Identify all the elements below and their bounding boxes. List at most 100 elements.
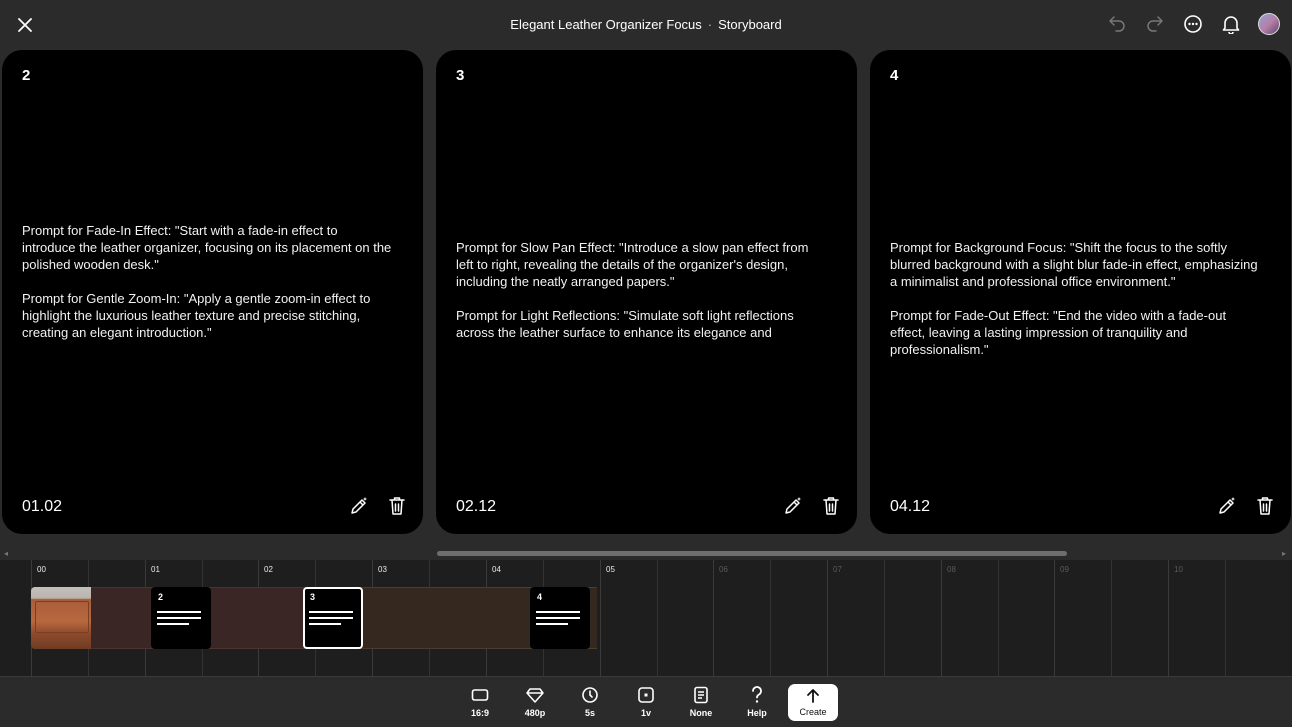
top-bar: Elegant Leather Organizer Focus · Storyboa… — [0, 0, 1292, 50]
card-actions — [1217, 496, 1275, 516]
edit-button[interactable] — [783, 496, 803, 516]
style-button[interactable]: None — [678, 685, 724, 721]
page-title: Elegant Leather Organizer Focus · Storyboa… — [0, 17, 1292, 32]
variations-icon — [638, 687, 654, 703]
avatar[interactable] — [1258, 13, 1280, 35]
timeline[interactable]: 2 3 4 00 01 02 03 04 05 06 07 08 09 10 — [0, 560, 1292, 676]
storyboard-card[interactable]: 4 Prompt for Background Focus: "Shift th… — [870, 50, 1291, 534]
timeline-subtick-line — [884, 560, 885, 676]
timeline-tick-line — [713, 560, 714, 676]
bell-icon — [1222, 16, 1240, 34]
top-right-actions — [1106, 13, 1280, 35]
arrow-up-icon — [807, 689, 819, 703]
scroll-right-arrow[interactable]: ▸ — [1282, 549, 1286, 558]
timeline-tick-label: 02 — [264, 565, 273, 574]
clip-number: 2 — [158, 592, 164, 602]
timeline-clip[interactable]: 4 — [530, 587, 590, 649]
storyboard-card[interactable]: 3 Prompt for Slow Pan Effect: "Introduce… — [436, 50, 857, 534]
timeline-tick-label: 08 — [947, 565, 956, 574]
card-prompt-text: Prompt for Background Focus: "Shift the … — [890, 239, 1261, 358]
diamond-icon — [526, 688, 544, 703]
trash-icon — [389, 497, 405, 515]
timeline-tick-line — [1168, 560, 1169, 676]
clip-number: 3 — [310, 592, 316, 602]
edit-pencil-icon — [1219, 497, 1235, 514]
timeline-subtick-line — [998, 560, 999, 676]
timeline-tick-label: 00 — [37, 565, 46, 574]
timeline-subtick-line — [1225, 560, 1226, 676]
scroll-left-arrow[interactable]: ◂ — [4, 549, 8, 558]
edit-pencil-icon — [785, 497, 801, 514]
help-button[interactable]: Help — [734, 685, 780, 721]
prompt-paragraph: Prompt for Light Reflections: "Simulate … — [456, 308, 794, 340]
timeline-tick-label: 04 — [492, 565, 501, 574]
video-clip-thumbnail[interactable] — [31, 587, 91, 649]
style-label: None — [689, 708, 713, 718]
prompt-paragraph: Prompt for Gentle Zoom-In: "Apply a gent… — [22, 291, 371, 340]
timeline-clip[interactable]: 2 — [151, 587, 211, 649]
card-prompt-text: Prompt for Fade-In Effect: "Start with a… — [22, 222, 393, 341]
timeline-subtick-line — [1111, 560, 1112, 676]
timeline-clip-selected[interactable]: 3 — [303, 587, 363, 649]
card-prompt-text: Prompt for Slow Pan Effect: "Introduce a… — [456, 239, 827, 341]
create-label: Create — [799, 707, 827, 717]
edit-button[interactable] — [349, 496, 369, 516]
storyboard-card[interactable]: 2 Prompt for Fade-In Effect: "Start with… — [2, 50, 423, 534]
more-button[interactable] — [1182, 13, 1204, 35]
project-title: Elegant Leather Organizer Focus — [510, 17, 702, 32]
card-timestamp: 02.12 — [456, 498, 497, 515]
card-number: 2 — [22, 67, 31, 84]
view-name: Storyboard — [718, 17, 782, 32]
aspect-ratio-label: 16:9 — [470, 708, 489, 718]
resolution-button[interactable]: 480p — [512, 685, 558, 721]
text-lines-icon — [157, 611, 201, 629]
document-icon — [694, 686, 708, 704]
resolution-label: 480p — [524, 708, 546, 718]
timeline-tick-label: 10 — [1174, 565, 1183, 574]
timeline-tick-line — [600, 560, 601, 676]
edit-button[interactable] — [1217, 496, 1237, 516]
prompt-paragraph: Prompt for Background Focus: "Shift the … — [890, 240, 1258, 289]
card-number: 4 — [890, 67, 899, 84]
redo-button[interactable] — [1144, 13, 1166, 35]
card-timestamp: 01.02 — [22, 498, 63, 515]
help-label: Help — [747, 708, 767, 718]
redo-icon — [1147, 16, 1163, 32]
text-lines-icon — [536, 611, 580, 629]
undo-button[interactable] — [1106, 13, 1128, 35]
variations-label: 1v — [640, 708, 651, 718]
trash-icon — [823, 497, 839, 515]
horizontal-scrollbar[interactable] — [437, 551, 1067, 556]
question-mark-icon — [752, 686, 762, 703]
timeline-tick-label: 01 — [151, 565, 160, 574]
variations-button[interactable]: 1v — [623, 685, 669, 721]
timeline-tick-line — [827, 560, 828, 676]
aspect-ratio-icon — [471, 689, 489, 701]
notifications-button[interactable] — [1220, 13, 1242, 35]
undo-icon — [1109, 16, 1125, 32]
timeline-tick-label: 07 — [833, 565, 842, 574]
clip-number: 4 — [537, 592, 543, 602]
timeline-tick-label: 09 — [1060, 565, 1069, 574]
delete-button[interactable] — [821, 496, 841, 516]
card-timestamp: 04.12 — [890, 498, 931, 515]
card-actions — [783, 496, 841, 516]
create-button[interactable]: Create — [788, 684, 838, 721]
edit-pencil-icon — [351, 497, 367, 514]
card-number: 3 — [456, 67, 465, 84]
timeline-subtick-line — [657, 560, 658, 676]
text-lines-icon — [309, 611, 353, 629]
card-actions — [349, 496, 407, 516]
prompt-paragraph: Prompt for Fade-In Effect: "Start with a… — [22, 223, 392, 272]
prompt-paragraph: Prompt for Slow Pan Effect: "Introduce a… — [456, 240, 809, 289]
more-icon — [1184, 15, 1202, 33]
timeline-tick-line — [1054, 560, 1055, 676]
duration-button[interactable]: 5s — [567, 685, 613, 721]
title-separator: · — [707, 17, 713, 32]
prompt-paragraph: Prompt for Fade-Out Effect: "End the vid… — [890, 308, 1227, 357]
timeline-tick-label: 05 — [606, 565, 615, 574]
delete-button[interactable] — [1255, 496, 1275, 516]
aspect-ratio-button[interactable]: 16:9 — [457, 685, 503, 721]
bottom-toolbar: 16:9 480p 5s 1v None Help Create — [0, 676, 1292, 727]
delete-button[interactable] — [387, 496, 407, 516]
